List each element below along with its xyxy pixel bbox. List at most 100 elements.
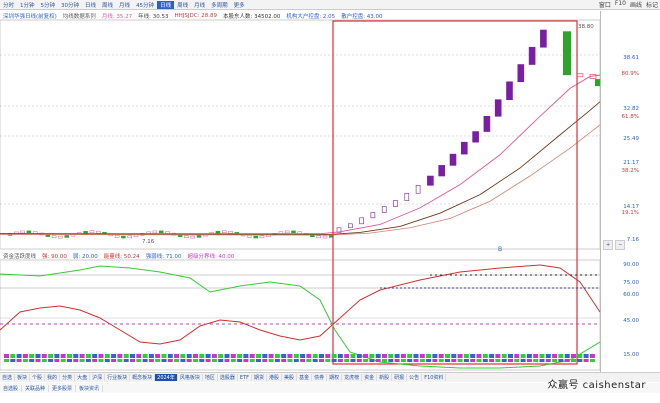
bottom-tab[interactable]: 港股 — [267, 374, 283, 381]
signal-block — [142, 359, 148, 362]
signal-block — [589, 359, 595, 362]
axis-label: 7.16 — [626, 237, 639, 243]
toolbar-item[interactable]: 画线 — [628, 0, 644, 9]
signal-block — [211, 359, 217, 362]
bottom-tab[interactable]: F10资料 — [422, 374, 447, 381]
bottom-tab[interactable]: 选股器 — [218, 374, 238, 381]
candle — [121, 235, 126, 239]
bottom-tab-2[interactable]: 板块资讯 — [76, 384, 104, 392]
shrink-icon[interactable]: − — [615, 240, 626, 250]
signal-block — [268, 359, 274, 362]
signal-block — [394, 354, 400, 358]
signal-block — [369, 354, 375, 358]
bottom-tab[interactable]: 期货 — [252, 374, 268, 381]
signal-block — [438, 359, 444, 362]
signal-block — [123, 354, 129, 358]
signal-block — [325, 354, 331, 358]
candle — [133, 234, 139, 238]
bottom-tab[interactable]: 分类 — [60, 374, 76, 381]
bottom-tab[interactable]: 个股 — [30, 374, 46, 381]
signal-block — [457, 359, 463, 362]
bottom-tab[interactable]: 概念板块 — [130, 374, 156, 381]
bottom-tab[interactable]: ETF — [238, 374, 253, 381]
candle — [89, 230, 95, 234]
signal-block — [583, 354, 589, 358]
bottom-tab[interactable]: 期权 — [327, 374, 343, 381]
bottom-tab[interactable]: 新股 — [377, 374, 393, 381]
zoom-icon[interactable]: + — [603, 240, 614, 250]
signal-block — [350, 354, 356, 358]
kline-chart[interactable]: 38.80 7.16 B — [0, 0, 600, 372]
signal-block — [344, 359, 350, 362]
signal-block — [489, 359, 495, 362]
toolbar-item[interactable]: 标记 — [644, 0, 660, 9]
signal-block — [501, 359, 507, 362]
side-controls: + − — [603, 240, 626, 250]
signal-block — [54, 359, 60, 362]
signal-block — [388, 354, 394, 358]
signal-block — [344, 354, 350, 358]
signal-block — [539, 359, 545, 362]
bottom-tab[interactable]: 基金 — [297, 374, 313, 381]
candle — [576, 73, 584, 78]
bottom-tab[interactable]: 龙虎榜 — [342, 374, 363, 381]
signal-block — [130, 354, 135, 358]
bottom-tab[interactable]: 自选 — [0, 374, 16, 381]
signal-block — [67, 359, 72, 362]
bottom-tab[interactable]: 风格板块 — [178, 374, 203, 381]
bottom-tab[interactable]: 公告 — [407, 374, 423, 381]
candle — [127, 235, 132, 239]
candle — [26, 230, 32, 234]
signal-block — [180, 354, 186, 358]
main-panel — [0, 19, 600, 250]
bottom-tab[interactable]: 资金 — [362, 374, 378, 381]
signal-block — [426, 359, 432, 362]
bottom-tab-2[interactable]: 关联品种 — [22, 384, 50, 392]
signal-block — [281, 354, 287, 358]
candle — [347, 223, 353, 229]
signal-block — [306, 359, 312, 362]
bottom-tab-2[interactable]: 更多股票 — [49, 384, 77, 392]
toolbar-item[interactable]: F10 — [613, 0, 628, 9]
bottom-tab[interactable]: 沪深 — [90, 374, 106, 381]
signal-block — [85, 359, 91, 362]
candle — [259, 235, 265, 239]
signal-block — [174, 354, 180, 358]
candle — [494, 99, 502, 117]
bottom-tab[interactable]: 2024年 — [155, 374, 178, 381]
bottom-tab[interactable]: 我的 — [45, 374, 61, 381]
sub-axis-label: 90.00 — [623, 262, 639, 268]
signal-block — [73, 354, 79, 358]
signal-block — [545, 354, 551, 358]
axis-label: 25.49 — [623, 136, 639, 142]
signal-block — [545, 359, 551, 362]
signal-block — [501, 354, 507, 358]
candle — [196, 235, 202, 238]
candle — [95, 230, 101, 234]
signal-block — [85, 354, 91, 358]
signal-block — [577, 359, 583, 362]
signal-block — [375, 359, 381, 362]
signal-block — [287, 354, 293, 358]
signal-block — [337, 354, 343, 358]
candle — [114, 235, 120, 238]
signal-block — [29, 359, 35, 362]
signal-block — [520, 359, 526, 362]
signal-block — [243, 359, 249, 362]
bottom-tab[interactable]: 地区 — [203, 374, 218, 381]
signal-block — [552, 359, 558, 362]
signal-block — [48, 359, 54, 362]
signal-block — [413, 359, 419, 362]
bottom-tab[interactable]: 大盘 — [75, 374, 91, 381]
bottom-tab[interactable]: 债券 — [312, 374, 328, 381]
signal-block — [16, 354, 22, 358]
bottom-tab[interactable]: 美股 — [282, 374, 298, 381]
candle — [316, 235, 321, 239]
signal-block — [167, 359, 173, 362]
bottom-tab[interactable]: 行业板块 — [105, 374, 131, 381]
bottom-tab[interactable]: 研报 — [392, 374, 408, 381]
candle — [517, 64, 525, 83]
bottom-tab[interactable]: 板块 — [15, 374, 31, 381]
signal-block — [331, 359, 337, 362]
bottom-tab-2[interactable]: 自选股 — [0, 384, 23, 392]
